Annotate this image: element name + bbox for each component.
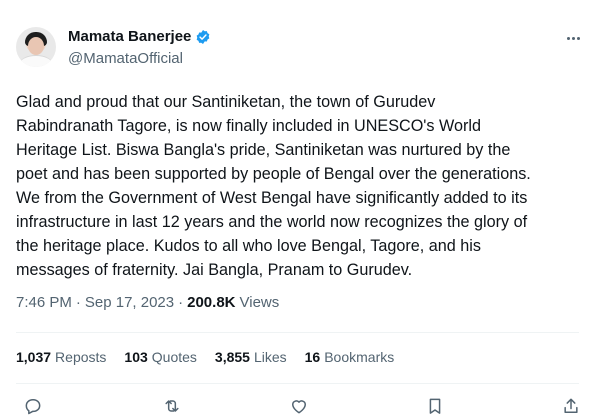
avatar-body [19, 55, 53, 67]
bookmarks-stat[interactable]: 16 Bookmarks [305, 349, 395, 365]
divider [16, 383, 579, 384]
tweet-text-line: Glad and proud that our Santiniketan, th… [16, 93, 436, 111]
likes-stat[interactable]: 3,855 Likes [215, 349, 287, 365]
divider [16, 332, 579, 333]
tweet-card: Mamata Banerjee @MamataOfficial Glad and… [0, 0, 595, 417]
likes-label: Likes [253, 349, 287, 365]
tweet-text-line: Rabindranath Tagore, is now finally incl… [16, 117, 481, 135]
reposts-stat[interactable]: 1,037 Reposts [16, 349, 106, 365]
tweet-text-line: We from the Government of West Bengal ha… [16, 189, 528, 207]
more-dot [571, 36, 575, 40]
action-bar [16, 395, 579, 417]
meta-separator: · [178, 294, 184, 311]
engagement-stats: 1,037 Reposts 103 Quotes 3,855 Likes 16 … [16, 349, 412, 365]
bookmarks-label: Bookmarks [324, 349, 395, 365]
avatar-face [28, 37, 44, 55]
share-icon[interactable] [560, 395, 582, 417]
tweet-text-line: Heritage List. Biswa Bangla's pride, San… [16, 141, 511, 159]
likes-count: 3,855 [214, 349, 250, 365]
author-name-row: Mamata Banerjee [68, 28, 211, 45]
tweet-meta: 7:46 PM · Sep 17, 2023 · 200.8K Views [16, 294, 279, 311]
more-dot [566, 36, 570, 40]
author-handle[interactable]: @MamataOfficial [68, 50, 183, 67]
reposts-count: 1,037 [16, 349, 52, 365]
tweet-text: Glad and proud that our Santiniketan, th… [16, 90, 586, 282]
more-options-icon[interactable] [562, 28, 584, 48]
tweet-date[interactable]: Sep 17, 2023 [85, 294, 174, 311]
like-icon[interactable] [288, 395, 310, 417]
quotes-label: Quotes [151, 349, 197, 365]
reply-icon[interactable] [22, 395, 44, 417]
bookmarks-count: 16 [304, 349, 321, 365]
tweet-text-line: infrastructure in last 12 years and the … [16, 213, 528, 231]
tweet-text-line: messages of fraternity. Jai Bangla, Pran… [16, 261, 413, 279]
views-label: Views [239, 294, 280, 311]
more-dot [576, 36, 580, 40]
bookmark-icon[interactable] [424, 395, 446, 417]
author-display-name[interactable]: Mamata Banerjee [68, 28, 191, 45]
reposts-label: Reposts [55, 349, 107, 365]
quotes-count: 103 [124, 349, 148, 365]
tweet-time[interactable]: 7:46 PM [16, 294, 72, 311]
verified-badge-icon[interactable] [195, 29, 211, 45]
meta-separator: · [75, 294, 81, 311]
quotes-stat[interactable]: 103 Quotes [124, 349, 197, 365]
views-count[interactable]: 200.8K [187, 294, 235, 311]
tweet-text-line: poet and has been supported by people of… [16, 165, 531, 183]
repost-icon[interactable] [161, 395, 183, 417]
tweet-text-line: the heritage place. Kudos to all who lov… [16, 237, 481, 255]
avatar[interactable] [16, 27, 56, 67]
